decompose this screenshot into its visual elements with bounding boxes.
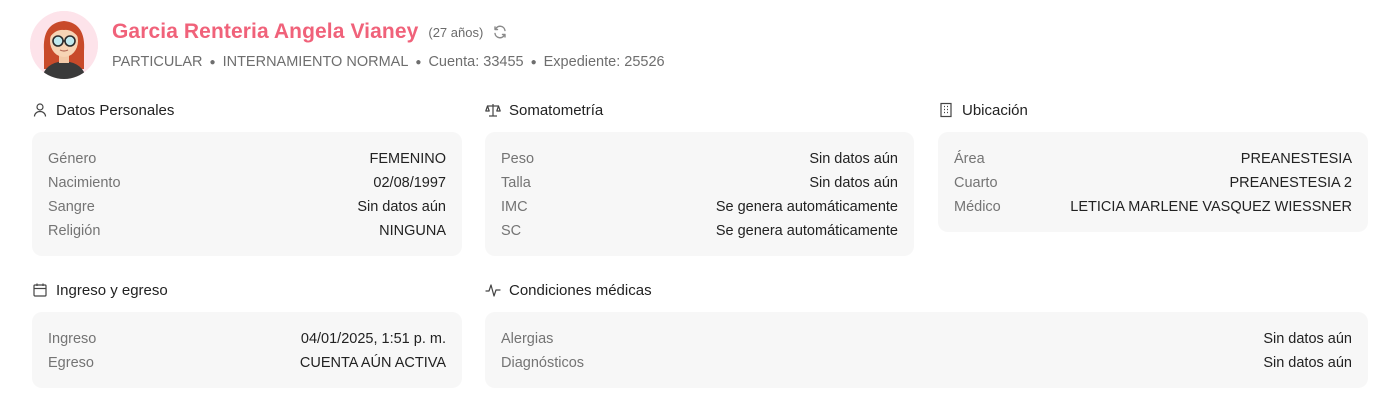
section-medical-conditions: Condiciones médicas Alergias Sin datos aú… — [485, 280, 1368, 388]
row-label: IMC — [501, 199, 528, 215]
meta-record: Expediente: 25526 — [543, 54, 665, 70]
scale-icon — [485, 102, 501, 118]
avatar — [30, 11, 98, 79]
info-card: Género FEMENINO Nacimiento 02/08/1997 Sang… — [32, 132, 462, 256]
row-value: PREANESTESIA — [1240, 151, 1352, 167]
row-label: Religión — [48, 223, 101, 239]
patient-meta: PARTICULAR ● INTERNAMIENTO NORMAL ● Cuen… — [112, 54, 665, 70]
patient-header: Garcia Renteria Angela Vianey (27 años) … — [30, 10, 665, 80]
info-row: Alergias Sin datos aún — [501, 327, 1352, 351]
meta-admission-type: INTERNAMIENTO NORMAL — [222, 54, 409, 70]
calendar-icon — [32, 282, 48, 298]
row-value: Sin datos aún — [357, 199, 446, 215]
row-label: Médico — [954, 199, 1001, 215]
section-somatometry: Somatometría Peso Sin datos aún Talla Sin … — [485, 100, 914, 256]
section-location: Ubicación Área PREANESTESIA Cuarto PREANES… — [938, 100, 1368, 232]
info-row: Egreso CUENTA AÚN ACTIVA — [48, 351, 446, 375]
info-row: SC Se genera automáticamente — [501, 219, 898, 243]
row-value: Sin datos aún — [809, 151, 898, 167]
row-label: Ingreso — [48, 331, 97, 347]
meta-account: Cuenta: 33455 — [428, 54, 524, 70]
row-label: Egreso — [48, 355, 94, 371]
info-card: Peso Sin datos aún Talla Sin datos aún IMC… — [485, 132, 914, 256]
section-admission: Ingreso y egreso Ingreso 04/01/2025, 1:51… — [32, 280, 462, 388]
info-row: Médico LETICIA MARLENE VASQUEZ WIESSNER — [954, 195, 1352, 219]
separator-dot: ● — [530, 56, 537, 68]
row-label: Diagnósticos — [501, 355, 585, 371]
row-value: 04/01/2025, 1:51 p. m. — [300, 331, 446, 347]
section-title: Condiciones médicas — [509, 281, 652, 299]
separator-dot: ● — [209, 56, 216, 68]
info-row: Ingreso 04/01/2025, 1:51 p. m. — [48, 327, 446, 351]
row-value: Se genera automáticamente — [715, 199, 898, 215]
section-title: Datos Personales — [56, 101, 175, 119]
avatar-illustration — [30, 11, 98, 79]
row-label: Talla — [501, 175, 531, 191]
info-row: Cuarto PREANESTESIA 2 — [954, 171, 1352, 195]
row-label: Nacimiento — [48, 175, 121, 191]
section-personal-data: Datos Personales Género FEMENINO Nacimien… — [32, 100, 462, 256]
patient-name: Garcia Renteria Angela Vianey — [112, 20, 419, 43]
refresh-icon[interactable] — [492, 24, 508, 40]
user-icon — [32, 102, 48, 118]
patient-age: (27 años) — [428, 24, 484, 40]
info-row: Peso Sin datos aún — [501, 147, 898, 171]
row-label: Sangre — [48, 199, 95, 215]
meta-insurance: PARTICULAR — [112, 54, 203, 70]
info-row: Sangre Sin datos aún — [48, 195, 446, 219]
info-row: Área PREANESTESIA — [954, 147, 1352, 171]
section-title: Ingreso y egreso — [56, 281, 168, 299]
info-card: Alergias Sin datos aún Diagnósticos Sin da… — [485, 312, 1368, 388]
row-label: Cuarto — [954, 175, 998, 191]
info-row: Religión NINGUNA — [48, 219, 446, 243]
row-value: Sin datos aún — [1263, 355, 1352, 371]
row-value: CUENTA AÚN ACTIVA — [299, 355, 446, 371]
info-card: Área PREANESTESIA Cuarto PREANESTESIA 2 Mé… — [938, 132, 1368, 232]
info-card: Ingreso 04/01/2025, 1:51 p. m. Egreso CUEN… — [32, 312, 462, 388]
building-icon — [938, 102, 954, 118]
row-label: SC — [501, 223, 522, 239]
activity-icon — [485, 282, 501, 298]
row-label: Género — [48, 151, 97, 167]
row-label: Área — [954, 151, 985, 167]
row-value: FEMENINO — [369, 151, 446, 167]
row-label: Alergias — [501, 331, 554, 347]
info-row: IMC Se genera automáticamente — [501, 195, 898, 219]
separator-dot: ● — [415, 56, 422, 68]
info-row: Género FEMENINO — [48, 147, 446, 171]
row-value: 02/08/1997 — [373, 175, 446, 191]
row-value: LETICIA MARLENE VASQUEZ WIESSNER — [1070, 199, 1352, 215]
info-row: Nacimiento 02/08/1997 — [48, 171, 446, 195]
row-value: PREANESTESIA 2 — [1229, 175, 1353, 191]
section-title: Ubicación — [962, 101, 1028, 119]
row-value: Sin datos aún — [1263, 331, 1352, 347]
row-value: NINGUNA — [379, 223, 446, 239]
row-label: Peso — [501, 151, 535, 167]
info-row: Diagnósticos Sin datos aún — [501, 351, 1352, 375]
row-value: Sin datos aún — [809, 175, 898, 191]
info-row: Talla Sin datos aún — [501, 171, 898, 195]
section-title: Somatometría — [509, 101, 604, 119]
row-value: Se genera automáticamente — [715, 223, 898, 239]
